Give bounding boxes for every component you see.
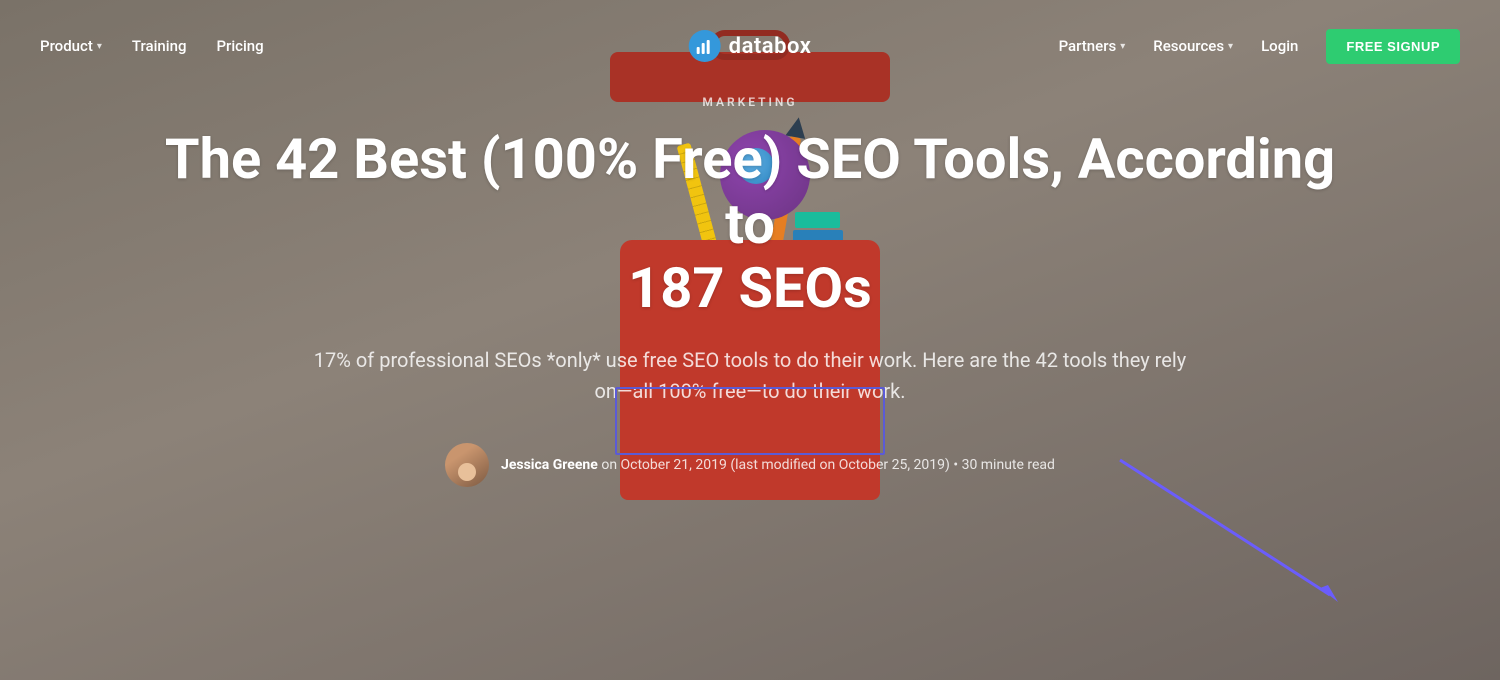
nav-right: Partners ▾ Resources ▾ Login FREE SIGNUP	[1059, 29, 1460, 64]
product-chevron-icon: ▾	[97, 41, 102, 52]
navigation: Product ▾ Training Pricing databox	[0, 0, 1500, 92]
hero-content: MARKETING The 42 Best (100% Free) SEO To…	[0, 92, 1500, 680]
free-signup-button[interactable]: FREE SIGNUP	[1326, 29, 1460, 64]
nav-training[interactable]: Training	[132, 37, 187, 55]
author-row: Jessica Greene on October 21, 2019 (last…	[445, 443, 1055, 487]
hero-wrapper: Product ▾ Training Pricing databox	[0, 0, 1500, 680]
logo-icon	[689, 30, 721, 62]
nav-partners[interactable]: Partners ▾	[1059, 37, 1126, 55]
nav-pricing[interactable]: Pricing	[216, 37, 263, 55]
nav-left: Product ▾ Training Pricing	[40, 37, 264, 55]
logo-text: databox	[729, 34, 812, 59]
resources-chevron-icon: ▾	[1228, 41, 1233, 52]
category-label: MARKETING	[702, 95, 797, 109]
author-avatar	[445, 443, 489, 487]
hero-title-line1: The 42 Best (100% Free) SEO Tools, Accor…	[165, 126, 1335, 256]
avatar-head	[458, 463, 476, 481]
nav-login[interactable]: Login	[1261, 37, 1298, 55]
hero-title-line2: 187 SEOs	[628, 255, 872, 321]
nav-resources[interactable]: Resources ▾	[1153, 37, 1233, 55]
avatar-inner	[445, 443, 489, 487]
author-meta: Jessica Greene on October 21, 2019 (last…	[501, 457, 1055, 473]
nav-logo[interactable]: databox	[689, 30, 812, 62]
nav-product[interactable]: Product ▾	[40, 37, 102, 55]
hero-title: The 42 Best (100% Free) SEO Tools, Accor…	[150, 127, 1350, 320]
hero-subtitle: 17% of professional SEOs *only* use free…	[310, 345, 1190, 407]
partners-chevron-icon: ▾	[1120, 41, 1125, 52]
author-name: Jessica Greene	[501, 457, 598, 473]
author-date: on October 21, 2019 (last modified on Oc…	[601, 457, 1055, 473]
bar-chart-icon	[696, 37, 714, 55]
